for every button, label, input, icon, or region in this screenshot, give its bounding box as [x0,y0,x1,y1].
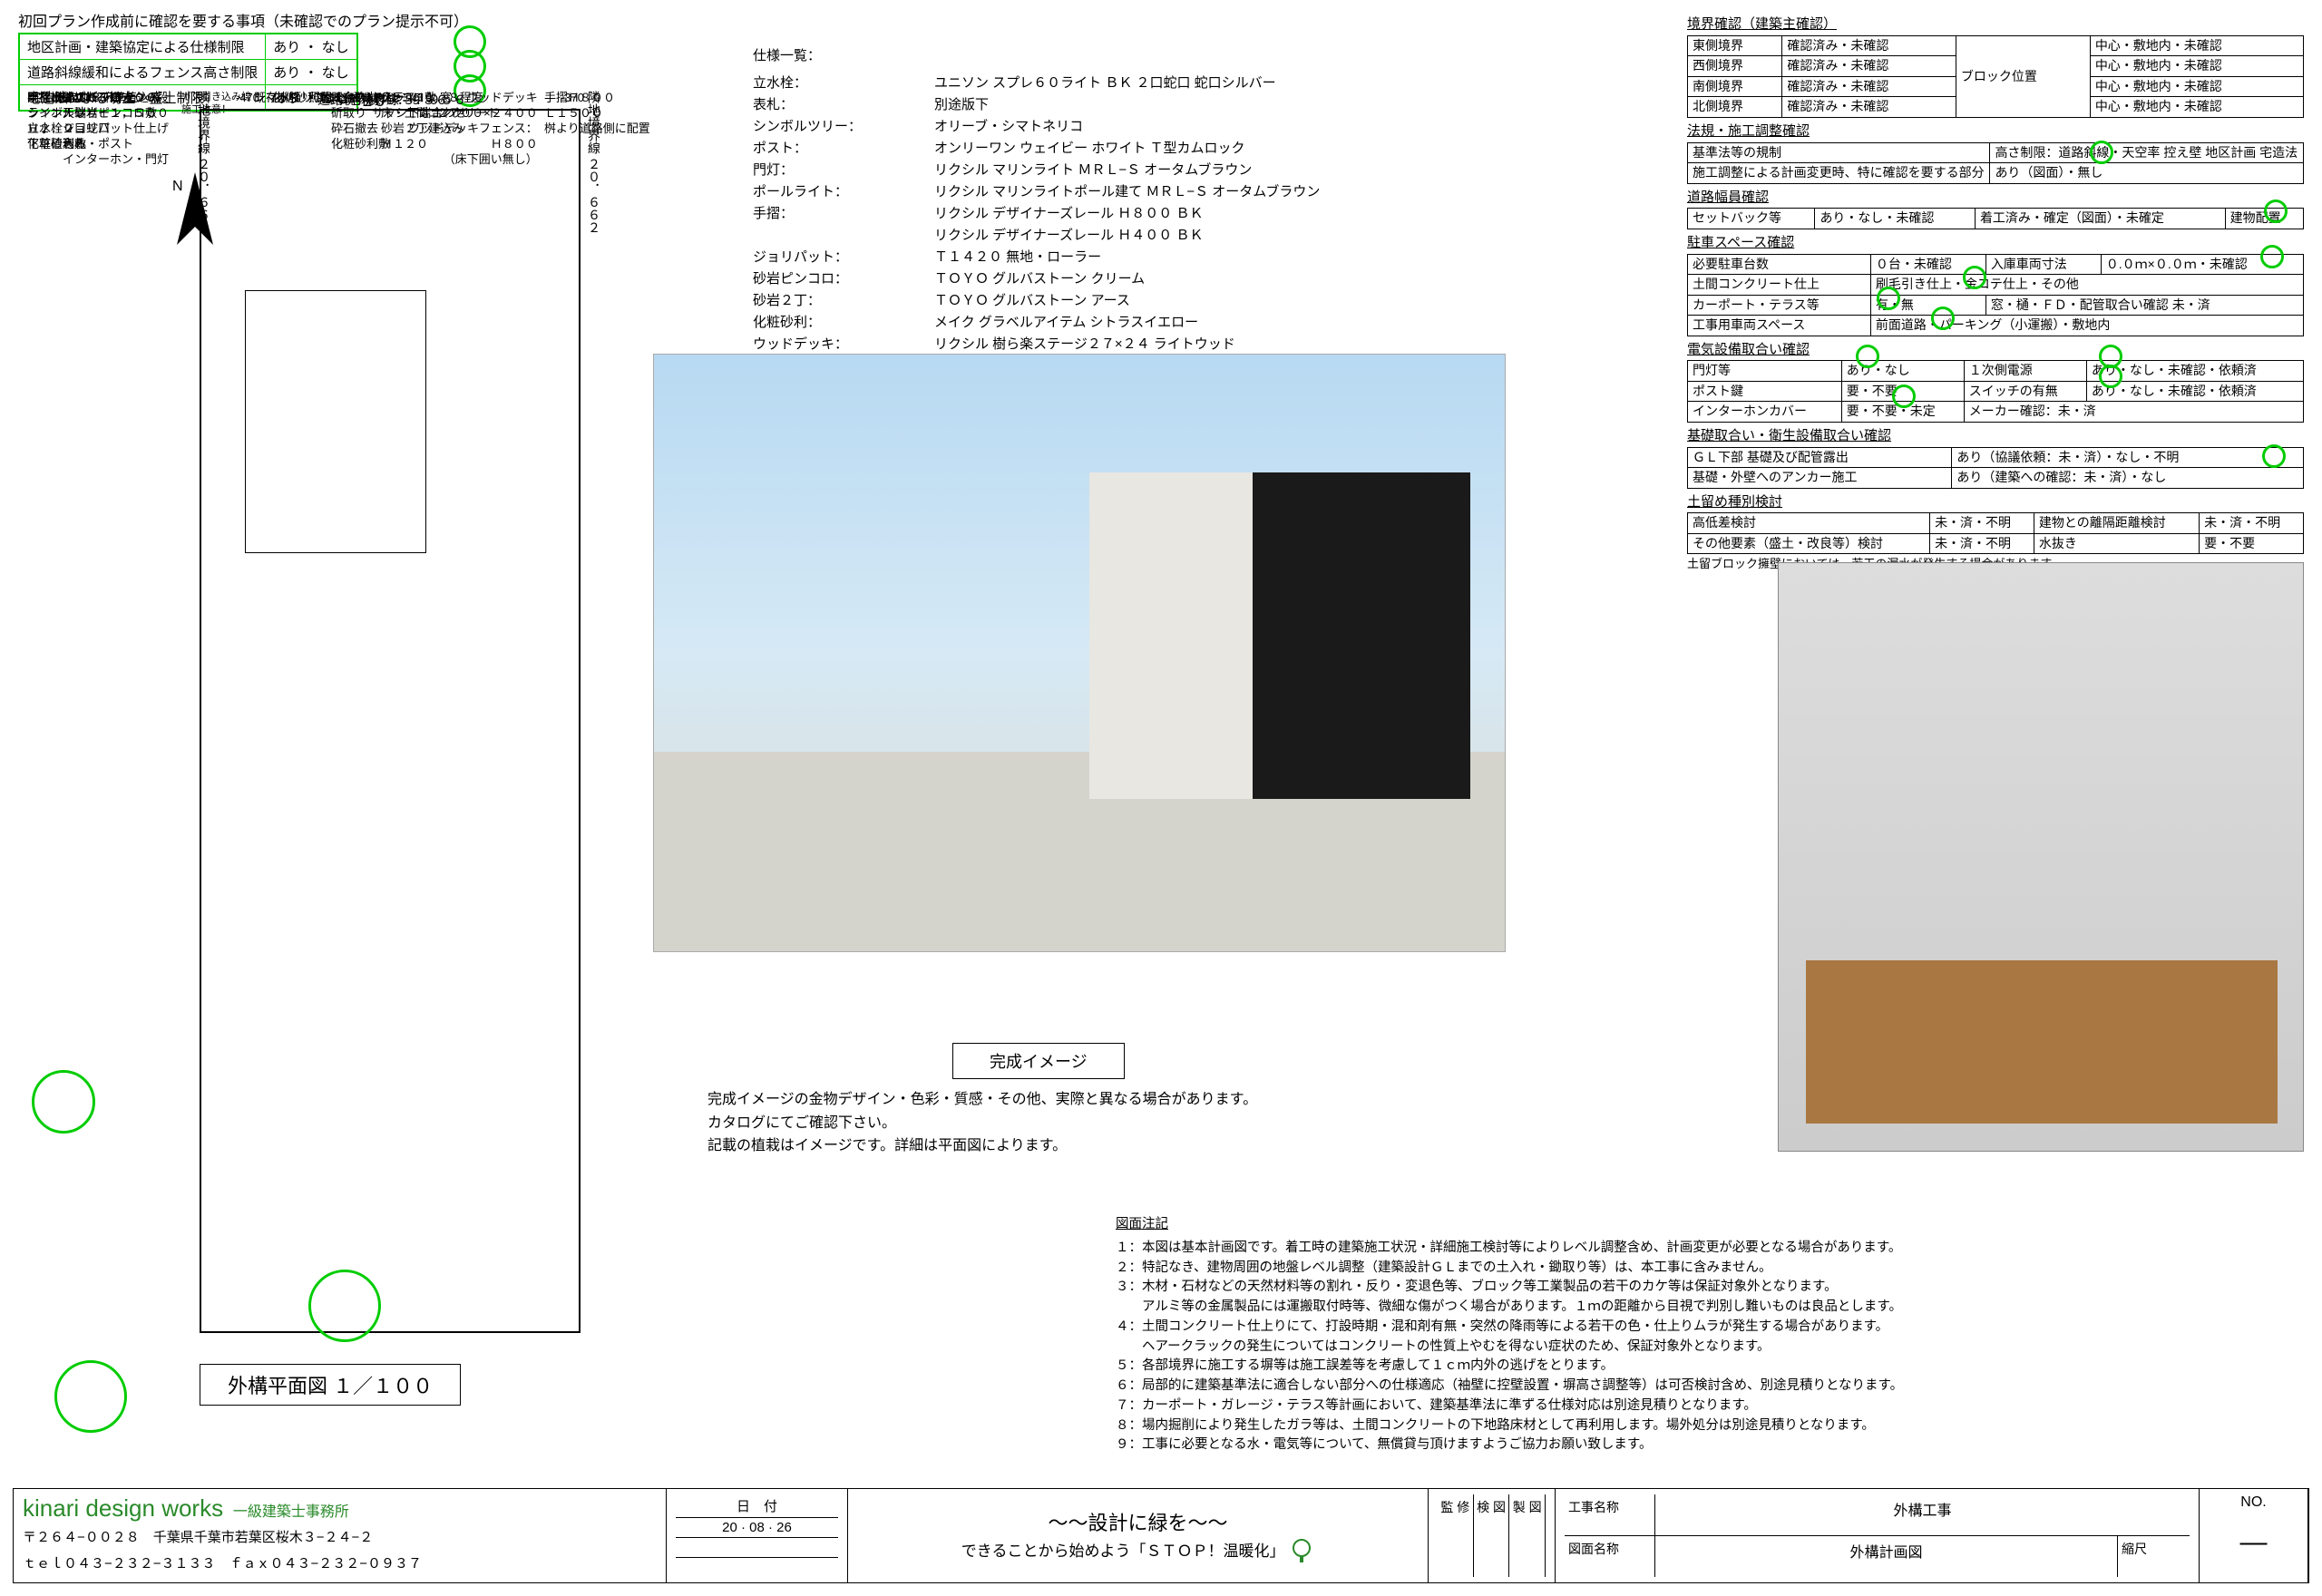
plan-title: 外構平面図 １／１００ [200,1364,461,1406]
mark-circle [1856,345,1879,368]
mark-circle [2099,365,2122,388]
drawing-notes: 図面注記 １：本図は基本計画図です。着工時の建築施工状況・詳細施工検討等によりレ… [1116,1215,2277,1455]
mark-circle [1931,307,1955,330]
caption-label: 完成イメージ [952,1043,1125,1079]
mark-circle [54,1360,127,1433]
caption-text: 完成イメージの金物デザイン・色彩・質感・その他、実際と異なる場合があります。 カ… [707,1088,1257,1158]
mark-circle [1877,287,1900,310]
plan-drawing: N 隣地境界線 ５．９５６ 道路境界線 ５．９５６ 隣地境界線 ２０．６６２ 隣… [18,91,671,1406]
mark-circle [2260,245,2284,268]
deck-image [1778,562,2304,1152]
company-name: kinari design works [23,1494,223,1522]
mark-circle [1963,266,1986,289]
mark-circle [2090,141,2113,164]
spec-list: 仕様一覧： 立水栓：ユニソン スプレ６０ライト ＢＫ ２口蛇口 蛇口シルバー 表… [753,45,1320,377]
mark-circle [308,1270,381,1342]
title-block: kinari design works 一級建築士事務所 〒２６４−００２８ 千… [13,1488,2309,1583]
right-checklists: 境界確認（建築主確認） 東側境界確認済み・未確認ブロック位置中心・敷地内・未確認… [1687,11,2304,572]
mark-circle [32,1070,95,1134]
precheck-title: 初回プラン作成前に確認を要する事項（未確認でのプラン提示不可） [18,9,468,31]
render-image [653,354,1506,952]
svg-text:N: N [172,179,183,194]
mark-circle [1892,384,1916,408]
mark-circle [2264,200,2288,223]
mark-circle [2262,444,2286,468]
tree-icon [1289,1539,1314,1564]
